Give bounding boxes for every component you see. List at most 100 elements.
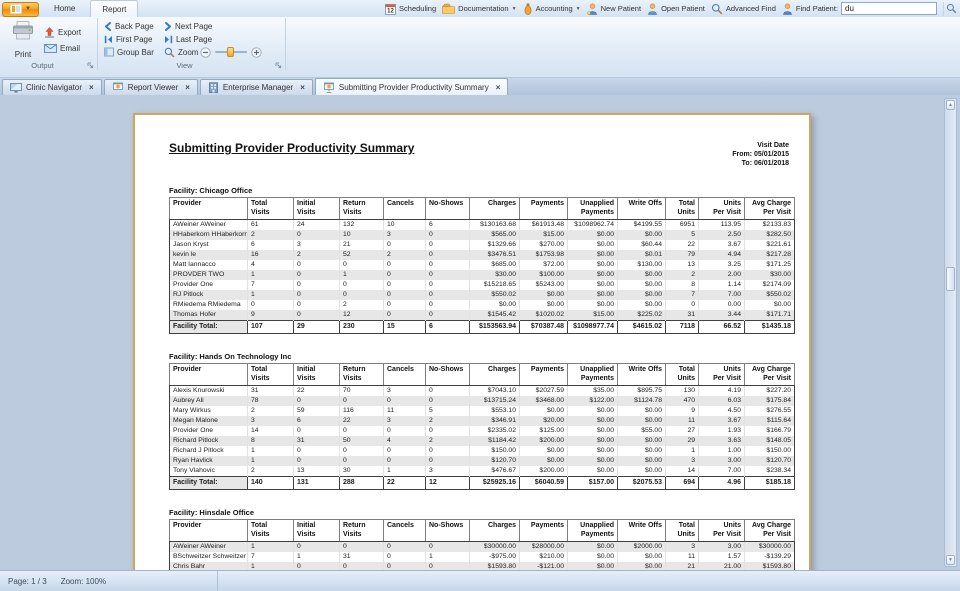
close-icon[interactable]: × bbox=[300, 83, 305, 92]
facility-total-cell: 7118 bbox=[666, 321, 699, 334]
facility-total-row: Facility Total:10729230156$153563.94$703… bbox=[170, 321, 795, 334]
table-row: RMiedema RMiedema00200$0.00$0.00$0.00$0.… bbox=[170, 300, 795, 310]
table-cell: $1593.80 bbox=[745, 562, 795, 570]
close-icon[interactable]: × bbox=[89, 83, 94, 92]
last-page-button[interactable]: Last Page bbox=[164, 35, 212, 44]
zoom-button[interactable]: Zoom bbox=[164, 47, 198, 58]
column-header: Units Per Visit bbox=[699, 364, 745, 386]
facility-total-cell: $25925.16 bbox=[470, 477, 520, 490]
email-label: Email bbox=[60, 44, 80, 53]
table-cell: 0 bbox=[426, 542, 470, 553]
table-cell: $0.00 bbox=[568, 426, 618, 436]
close-icon[interactable]: × bbox=[496, 83, 501, 92]
tab-clinic-navigator[interactable]: Clinic Navigator × bbox=[2, 79, 102, 95]
export-icon bbox=[44, 27, 55, 38]
table-cell: $28000.00 bbox=[520, 542, 568, 553]
table-cell: $0.00 bbox=[568, 230, 618, 240]
print-button[interactable]: Print bbox=[8, 20, 38, 60]
table-cell: 13 bbox=[294, 466, 340, 477]
table-cell: $0.00 bbox=[568, 446, 618, 456]
table-cell: 0 bbox=[340, 396, 384, 406]
group-bar-label: Group Bar bbox=[117, 48, 154, 57]
table-cell: $0.00 bbox=[568, 436, 618, 446]
table-cell: 14 bbox=[666, 466, 699, 477]
dialog-launcher-icon[interactable] bbox=[275, 62, 282, 69]
provider-name-cell: Megan Malone bbox=[170, 416, 248, 426]
tab-report-viewer[interactable]: Report Viewer × bbox=[104, 79, 198, 95]
application-window: ▼ Home Report 12 Scheduling Documentatio… bbox=[0, 0, 960, 591]
table-cell: 0 bbox=[384, 300, 426, 310]
table-cell: 3 bbox=[248, 416, 294, 426]
report-viewport: Submitting Provider Productivity Summary… bbox=[0, 95, 960, 570]
table-row: Provider One70000$15218.65$5243.00$0.00$… bbox=[170, 280, 795, 290]
zoom-in-icon[interactable] bbox=[251, 47, 262, 58]
vertical-scrollbar[interactable]: ▲ ▼ bbox=[944, 98, 957, 567]
dialog-launcher-icon[interactable] bbox=[87, 62, 94, 69]
facility-total-cell: 694 bbox=[666, 477, 699, 490]
find-patient-search-button[interactable] bbox=[943, 2, 958, 16]
ribbon-tab-report[interactable]: Report bbox=[90, 0, 138, 17]
table-cell: 79 bbox=[666, 250, 699, 260]
table-cell: 3.67 bbox=[699, 240, 745, 250]
table-cell: 1 bbox=[384, 466, 426, 477]
table-cell: 4.50 bbox=[699, 406, 745, 416]
zoom-slider[interactable] bbox=[215, 51, 247, 53]
provider-name-cell: Ryan Havlick bbox=[170, 456, 248, 466]
table-cell: $0.00 bbox=[568, 240, 618, 250]
column-header: Initial Visits bbox=[294, 520, 340, 542]
tab-submitting-provider-productivity-summary[interactable]: Submitting Provider Productivity Summary… bbox=[315, 78, 509, 95]
export-button[interactable]: Export bbox=[44, 27, 81, 38]
table-cell: 7 bbox=[248, 552, 294, 562]
scroll-down-icon[interactable]: ▼ bbox=[946, 555, 955, 565]
table-cell: 0 bbox=[384, 562, 426, 570]
table-cell: $0.00 bbox=[520, 290, 568, 300]
table-cell: 3.63 bbox=[699, 436, 745, 446]
toolbar-documentation-button[interactable]: Documentation ▼ bbox=[442, 3, 516, 14]
toolbar-accounting-button[interactable]: Accounting ▼ bbox=[523, 3, 581, 15]
column-header: Units Per Visit bbox=[699, 520, 745, 542]
toolbar-new-patient-button[interactable]: New Patient bbox=[587, 3, 641, 15]
toolbar-label: Accounting bbox=[536, 4, 573, 13]
table-cell: 0 bbox=[426, 446, 470, 456]
find-patient-input[interactable] bbox=[841, 2, 937, 15]
zoom-slider-thumb[interactable] bbox=[227, 47, 234, 57]
next-page-button[interactable]: Next Page bbox=[164, 22, 212, 31]
column-header: Return Visits bbox=[340, 364, 384, 386]
table-cell: $30.00 bbox=[745, 270, 795, 280]
table-cell: $200.00 bbox=[520, 466, 568, 477]
tab-enterprise-manager[interactable]: Enterprise Manager × bbox=[200, 79, 313, 95]
column-header: Total Units bbox=[666, 520, 699, 542]
provider-name-cell: Chris Bahr bbox=[170, 562, 248, 570]
table-cell: 11 bbox=[666, 552, 699, 562]
table-cell: 6.03 bbox=[699, 396, 745, 406]
table-cell: $0.00 bbox=[520, 446, 568, 456]
facility-total-cell: $4615.02 bbox=[618, 321, 666, 334]
toolbar-advanced-find-button[interactable]: Advanced Find bbox=[711, 3, 776, 15]
ribbon-tab-home[interactable]: Home bbox=[43, 0, 86, 17]
scrollbar-thumb[interactable] bbox=[946, 267, 955, 291]
zoom-out-icon[interactable] bbox=[200, 47, 211, 58]
table-cell: $221.61 bbox=[745, 240, 795, 250]
close-icon[interactable]: × bbox=[185, 83, 190, 92]
app-menu-button[interactable]: ▼ bbox=[2, 2, 39, 17]
group-bar-button[interactable]: Group Bar bbox=[104, 47, 164, 57]
column-header: Total Visits bbox=[248, 198, 294, 220]
facility-section: Facility: Chicago OfficeProviderTotal Vi… bbox=[169, 186, 789, 334]
scroll-up-icon[interactable]: ▲ bbox=[946, 100, 955, 110]
next-page-label: Next Page bbox=[175, 22, 212, 31]
table-cell: $100.00 bbox=[520, 270, 568, 280]
table-cell: 2 bbox=[248, 406, 294, 416]
column-header: Payments bbox=[520, 198, 568, 220]
table-row: Richard J Pitlock10000$150.00$0.00$0.00$… bbox=[170, 446, 795, 456]
column-header: Payments bbox=[520, 520, 568, 542]
table-cell: 1 bbox=[294, 552, 340, 562]
table-cell: 78 bbox=[248, 396, 294, 406]
table-cell: $238.34 bbox=[745, 466, 795, 477]
first-page-button[interactable]: First Page bbox=[104, 35, 164, 44]
toolbar-scheduling-button[interactable]: 12 Scheduling bbox=[385, 3, 436, 15]
email-button[interactable]: Email bbox=[44, 44, 81, 53]
table-cell: $15218.65 bbox=[470, 280, 520, 290]
back-page-button[interactable]: Back Page bbox=[104, 22, 164, 31]
table-cell: $0.00 bbox=[618, 270, 666, 280]
toolbar-open-patient-button[interactable]: Open Patient bbox=[647, 3, 705, 15]
